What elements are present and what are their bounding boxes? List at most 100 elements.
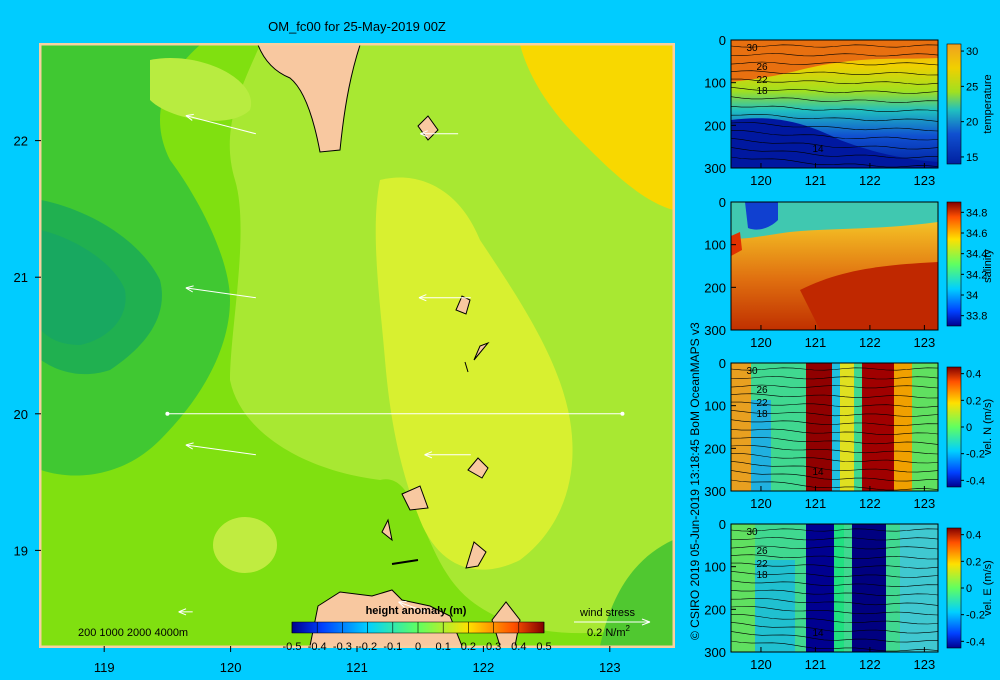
panel-colorbar: 0.40.20-0.2-0.4vel. E (m/s)	[946, 527, 994, 649]
panel-colorbar-gradient	[946, 43, 962, 165]
map-title: OM_fc00 for 25-May-2019 00Z	[268, 19, 446, 34]
panel-y-tick-label: 100	[704, 399, 726, 414]
panel-y-tick-label: 300	[704, 161, 726, 176]
credit-text: © CSIRO 2019 05-Jun-2019 13:18:45 BoM Oc…	[688, 322, 702, 640]
panel-x-tick-label: 121	[805, 496, 827, 511]
wind-legend-value: 0.2 N/m2	[587, 624, 631, 639]
colorbar-tick-label: 0.2	[461, 641, 476, 653]
contour-label: 14	[812, 144, 824, 155]
panel-x-tick-label: 122	[859, 335, 881, 350]
contour-label: 26	[756, 385, 768, 396]
contour-label: 14	[812, 467, 824, 478]
panel-colorbar-gradient	[946, 201, 962, 327]
contour-label: 14	[812, 628, 824, 639]
panel-colorbar-tick-label: 33.8	[966, 311, 987, 323]
map-y-tick-label: 19	[14, 543, 28, 558]
panel-x-tick-label: 123	[914, 173, 936, 188]
panel-x-tick-label: 120	[750, 496, 772, 511]
panel-colorbar-tick-label: 0	[966, 583, 972, 595]
contour-label: 30	[746, 366, 758, 377]
panel-x-tick-label: 120	[750, 657, 772, 672]
panel-y-tick-label: 200	[704, 280, 726, 295]
map-x-tick-label: 123	[599, 660, 621, 675]
panel-x-tick-label: 122	[859, 496, 881, 511]
map-x-tick-label: 119	[94, 660, 115, 675]
vel-n-band	[862, 363, 894, 491]
panel-colorbar-tick-label: -0.4	[966, 475, 985, 487]
panel-colorbar-label: vel. E (m/s)	[982, 560, 994, 616]
map-x-tick-label: 122	[473, 660, 495, 675]
panel-x-tick-label: 123	[914, 335, 936, 350]
contour-label: 22	[756, 559, 768, 570]
panel-y-tick-label: 200	[704, 118, 726, 133]
contour-label: 22	[756, 75, 768, 86]
map-y-tick-label: 20	[14, 407, 28, 422]
panel-y-tick-label: 100	[704, 560, 726, 575]
map-y-tick-label: 22	[14, 134, 28, 149]
contour-label: 18	[756, 570, 768, 581]
panel-colorbar-tick-label: 15	[966, 152, 978, 164]
depth-legend: 200 1000 2000 4000m	[78, 627, 188, 639]
map-y-tick-label: 21	[14, 270, 28, 285]
panel-colorbar-tick-label: 0.4	[966, 369, 981, 381]
panel-x-tick-label: 122	[859, 173, 881, 188]
panel-colorbar-tick-label: 30	[966, 46, 978, 58]
panel-colorbar-tick-label: 0.2	[966, 556, 981, 568]
contour-label: 30	[746, 43, 758, 54]
temperature-panel: 30 26 2218 14	[730, 39, 939, 169]
panel-x-tick-label: 121	[805, 657, 827, 672]
panel-y-tick-label: 300	[704, 645, 726, 660]
panel-y-tick-label: 0	[719, 517, 726, 532]
panel-y-tick-label: 100	[704, 76, 726, 91]
colorbar-tick-label: 0.1	[436, 641, 451, 653]
panel-colorbar-gradient	[946, 366, 962, 488]
panel-y-tick-label: 0	[719, 33, 726, 48]
panel-x-tick-label: 120	[750, 173, 772, 188]
contour-label: 18	[756, 86, 768, 97]
contour-label: 30	[746, 527, 758, 538]
panel-x-tick-label: 122	[859, 657, 881, 672]
panel-colorbar-tick-label: 0.4	[966, 530, 981, 542]
contour-label: 22	[756, 398, 768, 409]
panel-y-tick-label: 300	[704, 323, 726, 338]
salinity-panel	[730, 201, 939, 331]
vel-e-band	[834, 524, 844, 652]
map-x-tick-label: 120	[220, 660, 242, 675]
contour-label: 18	[756, 409, 768, 420]
panel-colorbar: 0.40.20-0.2-0.4vel. N (m/s)	[946, 366, 994, 488]
panel-x-tick-label: 123	[914, 657, 936, 672]
panel-colorbar-tick-label: 0.2	[966, 395, 981, 407]
panel-colorbar-label: salinity	[982, 249, 994, 283]
vel-e-band	[731, 524, 755, 652]
panel-colorbar-tick-label: 34.6	[966, 228, 987, 240]
panel-colorbar-label: vel. N (m/s)	[982, 399, 994, 455]
panel-x-tick-label: 120	[750, 335, 772, 350]
map-y-tick-labels: 22 21 20 19	[14, 134, 41, 558]
panel-y-tick-label: 0	[719, 356, 726, 371]
panel-colorbar-gradient	[946, 527, 962, 649]
vel-e-band	[852, 524, 886, 652]
panel-y-tick-label: 200	[704, 441, 726, 456]
panel-y-tick-label: 200	[704, 602, 726, 617]
colorbar-tick-label: 0.4	[511, 641, 526, 653]
vel-n-band	[840, 363, 854, 491]
colorbar-tick-label: -0.1	[383, 641, 402, 653]
panel-colorbar: 34.834.634.434.23433.8salinity	[946, 201, 994, 327]
colorbar-tick-label: -0.5	[283, 641, 302, 653]
panel-y-tick-label: 100	[704, 238, 726, 253]
panel-y-tick-label: 0	[719, 195, 726, 210]
contour-label: 26	[756, 546, 768, 557]
panel-y-tick-label: 300	[704, 484, 726, 499]
wind-legend-label: wind stress	[579, 607, 636, 619]
panel-x-tick-label: 121	[805, 173, 827, 188]
colorbar-title: height anomaly (m)	[366, 605, 467, 617]
panel-colorbar-label: temperature	[982, 74, 994, 133]
panel-colorbar-tick-label: -0.4	[966, 636, 985, 648]
south-patch	[213, 517, 277, 573]
panel-colorbar-tick-label: 0	[966, 422, 972, 434]
panel-x-tick-label: 123	[914, 496, 936, 511]
panel-x-tick-label: 121	[805, 335, 827, 350]
transect-end	[165, 411, 170, 416]
panel-colorbar: 30 25 20 15 temperature	[946, 43, 994, 165]
panel-colorbar-tick-label: 20	[966, 117, 978, 129]
